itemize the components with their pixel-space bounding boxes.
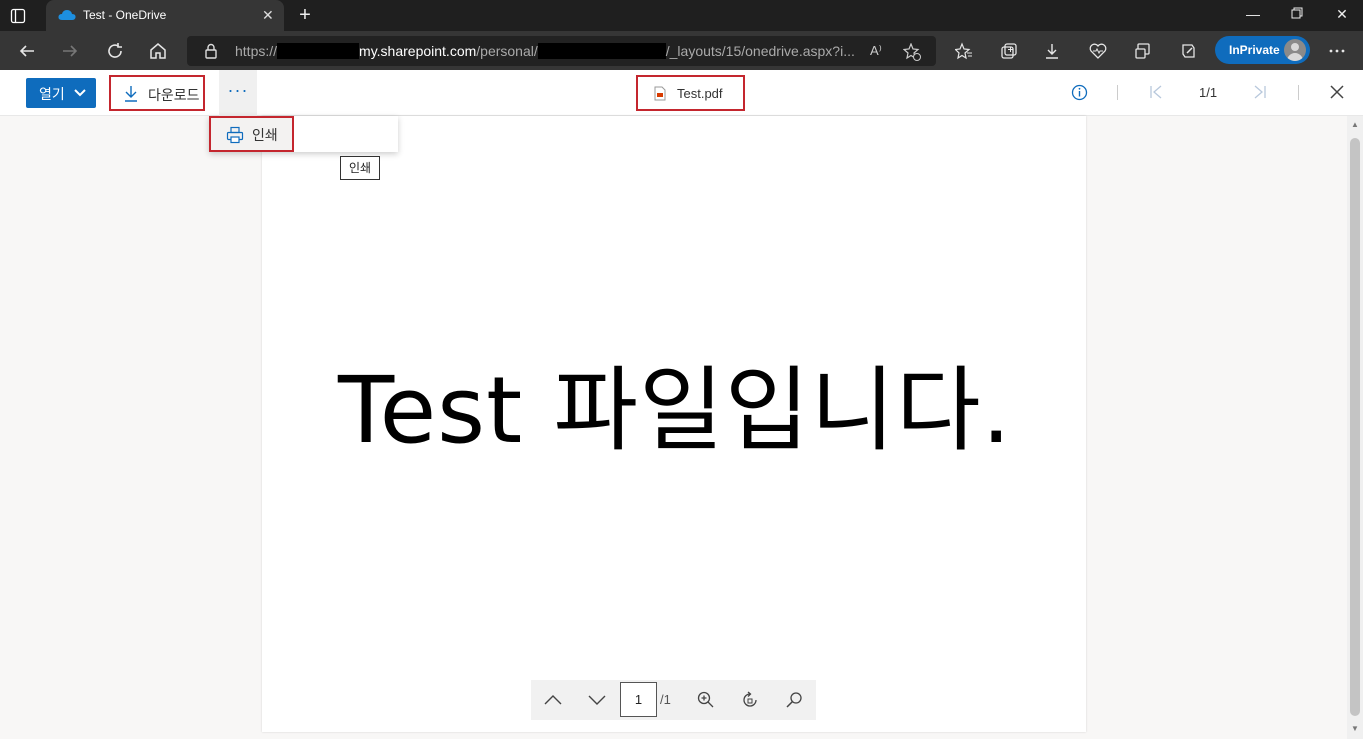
download-icon bbox=[125, 86, 137, 102]
print-icon bbox=[226, 126, 244, 144]
onedrive-icon bbox=[58, 10, 76, 20]
page-total: /1 bbox=[660, 692, 671, 707]
last-page-icon[interactable] bbox=[1253, 85, 1267, 104]
print-menu-item[interactable]: 인쇄 bbox=[209, 116, 294, 152]
forward-icon[interactable] bbox=[59, 40, 81, 62]
minimize-icon[interactable]: — bbox=[1243, 6, 1263, 22]
next-page-icon[interactable] bbox=[587, 690, 607, 710]
rotate-icon[interactable] bbox=[740, 690, 760, 710]
browser-tab-bar: Test - OneDrive ✕ + — ✕ bbox=[0, 0, 1363, 31]
tab-close-icon[interactable]: ✕ bbox=[262, 7, 274, 24]
print-tooltip: 인쇄 bbox=[340, 156, 380, 180]
pdf-page-toolbar: 1 /1 bbox=[531, 680, 816, 720]
share-screen-icon[interactable] bbox=[1132, 40, 1154, 62]
favorites-icon[interactable] bbox=[953, 40, 975, 62]
viewer-command-bar: 열기 다운로드 ··· Test.pdf 1/1 bbox=[0, 70, 1363, 116]
pdf-page: Test 파일입니다. bbox=[262, 116, 1086, 732]
pdf-file-icon bbox=[654, 86, 666, 101]
page-number-input[interactable]: 1 bbox=[620, 682, 657, 717]
file-name: Test.pdf bbox=[677, 86, 723, 101]
url-text: https://my.sharepoint.com/personal//_lay… bbox=[235, 43, 855, 59]
scroll-thumb[interactable] bbox=[1350, 138, 1360, 716]
tab-actions-icon[interactable] bbox=[8, 6, 28, 26]
download-button[interactable]: 다운로드 bbox=[109, 75, 205, 111]
lock-icon bbox=[204, 43, 218, 64]
chevron-down-icon bbox=[74, 89, 86, 97]
address-bar[interactable]: https://my.sharepoint.com/personal//_lay… bbox=[187, 36, 936, 66]
info-icon[interactable] bbox=[1071, 84, 1088, 106]
close-viewer-icon[interactable] bbox=[1329, 84, 1345, 105]
back-icon[interactable] bbox=[16, 40, 38, 62]
previous-page-icon[interactable] bbox=[543, 690, 563, 710]
tab-title: Test - OneDrive bbox=[83, 8, 167, 22]
more-options-button[interactable]: ··· bbox=[219, 70, 257, 116]
restore-icon[interactable] bbox=[1287, 6, 1307, 22]
first-page-icon[interactable] bbox=[1149, 85, 1163, 104]
downloads-icon[interactable] bbox=[1041, 40, 1063, 62]
divider bbox=[1298, 85, 1299, 100]
divider bbox=[1117, 85, 1118, 100]
search-icon[interactable] bbox=[784, 690, 804, 710]
add-favorite-icon[interactable] bbox=[902, 42, 921, 64]
window-close-icon[interactable]: ✕ bbox=[1332, 6, 1352, 23]
pdf-viewer-area: Test 파일입니다. bbox=[0, 116, 1347, 739]
open-button-label: 열기 bbox=[39, 86, 65, 102]
browser-toolbar: https://my.sharepoint.com/personal//_lay… bbox=[0, 31, 1363, 70]
refresh-icon[interactable] bbox=[104, 40, 126, 62]
scroll-down-icon[interactable]: ▼ bbox=[1351, 724, 1359, 733]
zoom-in-icon[interactable] bbox=[696, 690, 716, 710]
settings-more-icon[interactable] bbox=[1326, 40, 1348, 62]
vertical-scrollbar[interactable]: ▲ ▼ bbox=[1347, 116, 1363, 739]
file-name-button[interactable]: Test.pdf bbox=[636, 75, 745, 111]
home-icon[interactable] bbox=[147, 40, 169, 62]
inprivate-label: InPrivate bbox=[1229, 43, 1280, 57]
document-text: Test 파일입니다. bbox=[338, 357, 1012, 464]
inprivate-badge[interactable]: InPrivate bbox=[1215, 36, 1310, 64]
copilot-icon[interactable] bbox=[1177, 40, 1199, 62]
page-count: 1/1 bbox=[1199, 85, 1218, 100]
browser-tab-active[interactable]: Test - OneDrive ✕ bbox=[46, 0, 284, 31]
profile-avatar bbox=[1284, 39, 1306, 61]
open-button[interactable]: 열기 bbox=[26, 78, 96, 108]
browser-essentials-icon[interactable] bbox=[1087, 40, 1109, 62]
collections-icon[interactable] bbox=[998, 40, 1020, 62]
read-aloud-icon[interactable]: A⁾ bbox=[870, 43, 882, 59]
new-tab-icon[interactable]: + bbox=[294, 4, 316, 27]
more-options-menu: 인쇄 bbox=[209, 116, 398, 152]
scroll-up-icon[interactable]: ▲ bbox=[1351, 120, 1359, 129]
download-label: 다운로드 bbox=[148, 87, 200, 103]
print-label: 인쇄 bbox=[252, 127, 278, 143]
